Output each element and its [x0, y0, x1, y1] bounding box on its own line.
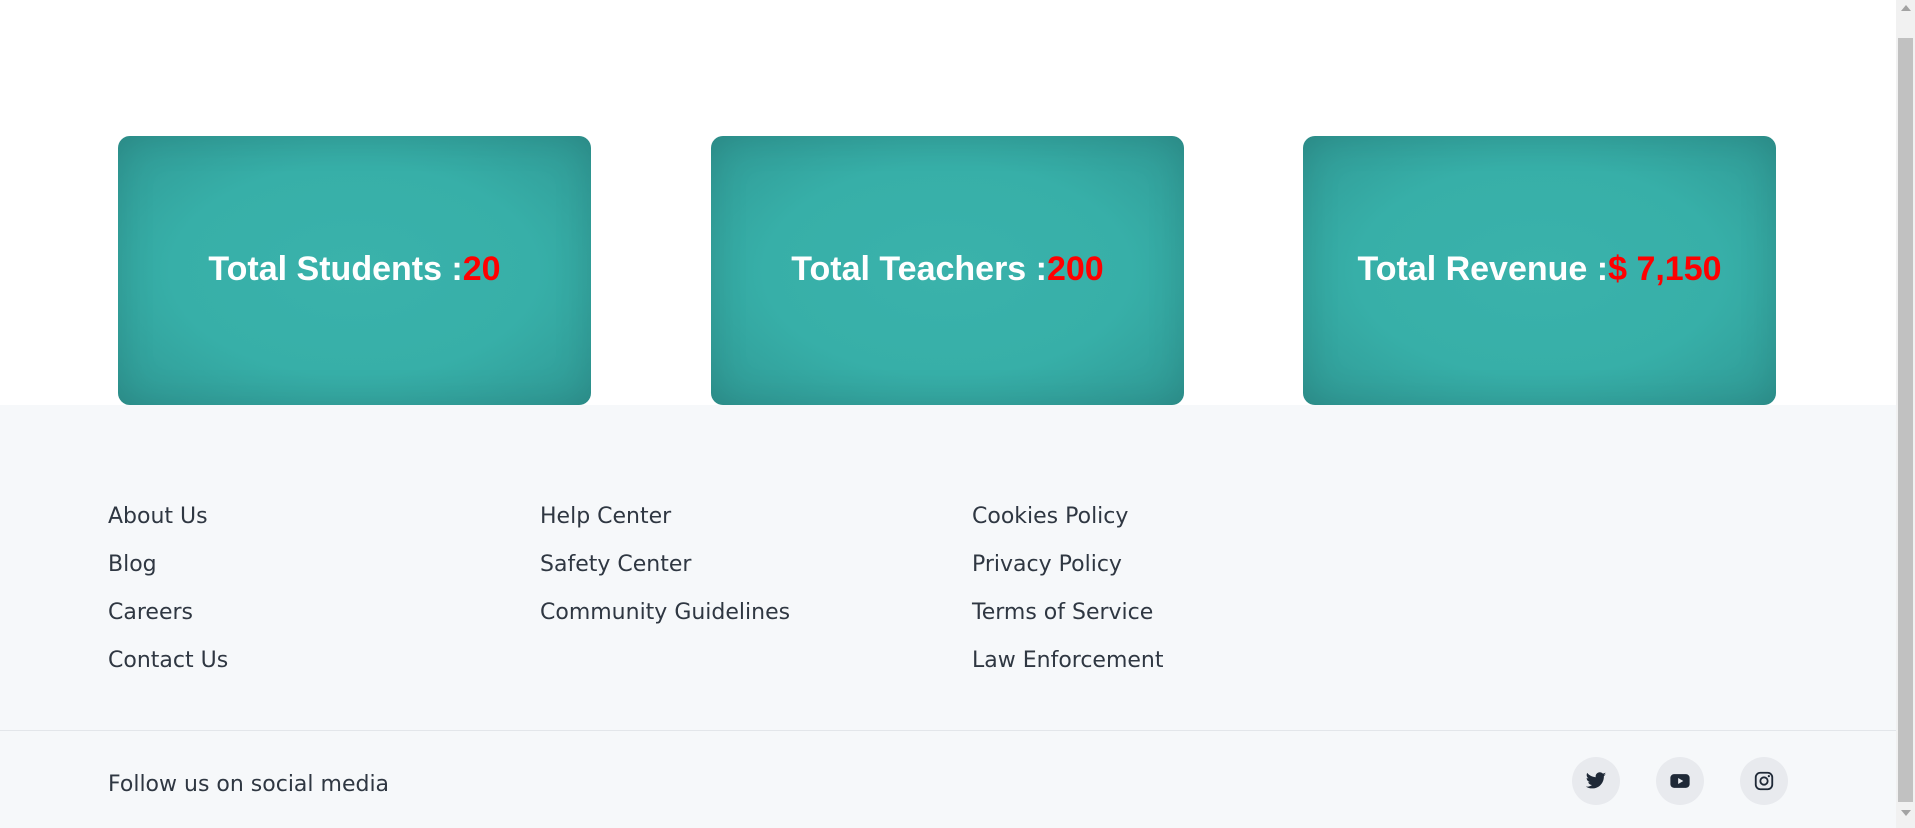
instagram-icon [1754, 771, 1774, 791]
card-value: 20 [462, 250, 501, 288]
main-content: Total Students :20 Total Teachers :200 T… [0, 0, 1896, 828]
footer-link-about-us[interactable]: About Us [108, 493, 228, 541]
vertical-scrollbar[interactable] [1896, 0, 1915, 828]
footer-link-community-guidelines[interactable]: Community Guidelines [540, 589, 790, 637]
total-teachers-card: Total Teachers :200 [711, 136, 1184, 405]
youtube-icon [1670, 774, 1690, 788]
card-value: $ 7,150 [1608, 250, 1722, 288]
card-text: Total Revenue :$ 7,150 [1357, 250, 1721, 289]
footer-link-cookies-policy[interactable]: Cookies Policy [972, 493, 1164, 541]
scroll-up-arrow-icon[interactable] [1901, 5, 1911, 11]
card-label: Total Teachers : [791, 250, 1047, 288]
follow-us-text: Follow us on social media [108, 772, 390, 797]
twitter-button[interactable] [1572, 757, 1620, 805]
total-revenue-card: Total Revenue :$ 7,150 [1303, 136, 1776, 405]
twitter-icon [1585, 772, 1607, 789]
instagram-button[interactable] [1740, 757, 1788, 805]
footer-link-careers[interactable]: Careers [108, 589, 228, 637]
card-label: Total Students : [208, 250, 463, 288]
footer-link-contact-us[interactable]: Contact Us [108, 637, 228, 685]
card-value: 200 [1046, 250, 1104, 288]
card-text: Total Students :20 [208, 250, 500, 289]
footer-link-terms-of-service[interactable]: Terms of Service [972, 589, 1164, 637]
footer-divider [0, 730, 1896, 731]
footer-link-blog[interactable]: Blog [108, 541, 228, 589]
footer-link-safety-center[interactable]: Safety Center [540, 541, 790, 589]
card-text: Total Teachers :200 [791, 250, 1103, 289]
total-students-card: Total Students :20 [118, 136, 591, 405]
footer-column-support: Help Center Safety Center Community Guid… [540, 493, 790, 637]
footer-link-law-enforcement[interactable]: Law Enforcement [972, 637, 1164, 685]
card-label: Total Revenue : [1357, 250, 1609, 288]
page: Total Students :20 Total Teachers :200 T… [0, 0, 1915, 828]
stats-section: Total Students :20 Total Teachers :200 T… [0, 0, 1896, 405]
footer-column-legal: Cookies Policy Privacy Policy Terms of S… [972, 493, 1164, 685]
footer-column-company: About Us Blog Careers Contact Us [108, 493, 228, 685]
scrollbar-thumb[interactable] [1898, 38, 1913, 802]
footer-link-help-center[interactable]: Help Center [540, 493, 790, 541]
footer: About Us Blog Careers Contact Us Help Ce… [0, 405, 1896, 828]
footer-link-privacy-policy[interactable]: Privacy Policy [972, 541, 1164, 589]
youtube-button[interactable] [1656, 757, 1704, 805]
scroll-down-arrow-icon[interactable] [1901, 810, 1911, 816]
